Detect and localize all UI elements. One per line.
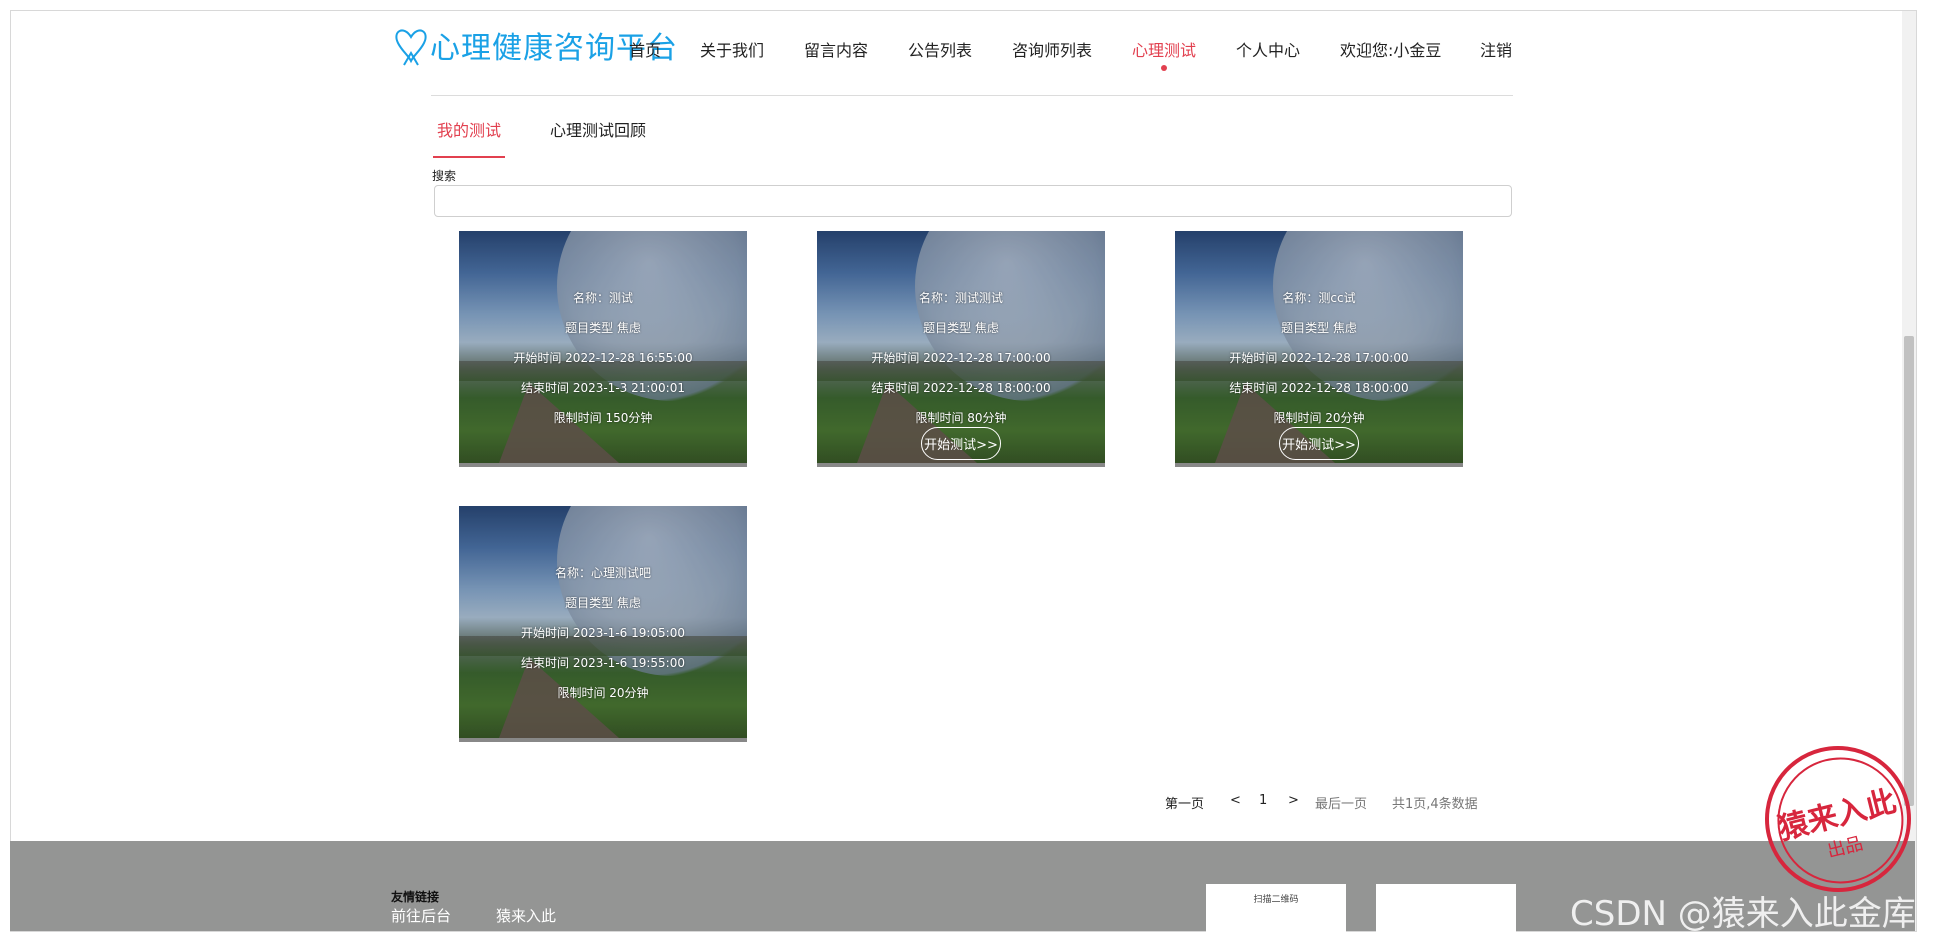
pager-summary: 共1页,4条数据 bbox=[1392, 797, 1478, 812]
qr-code-box-secondary bbox=[1376, 884, 1516, 932]
card-info: 名称：测试测试 题目类型 焦虑 开始时间 2022-12-28 17:00:00… bbox=[817, 283, 1105, 433]
csdn-watermark: CSDN @猿来入此金库 bbox=[1570, 894, 1916, 934]
qr-code-label: 扫描二维码 bbox=[1253, 895, 1299, 905]
nav-messages[interactable]: 留言内容 bbox=[804, 37, 868, 61]
card-end-time: 结束时间 2022-12-28 18:00:00 bbox=[871, 381, 1051, 395]
card-type: 题目类型 焦虑 bbox=[1281, 321, 1357, 335]
test-card[interactable]: 名称：测cc试 题目类型 焦虑 开始时间 2022-12-28 17:00:00… bbox=[1175, 231, 1463, 467]
active-tab-underline bbox=[433, 156, 505, 158]
test-card[interactable]: 名称：测试测试 题目类型 焦虑 开始时间 2022-12-28 17:00:00… bbox=[817, 231, 1105, 467]
tab-test-review[interactable]: 心理测试回顾 bbox=[550, 117, 646, 141]
main-nav: 首页 关于我们 留言内容 公告列表 咨询师列表 心理测试 个人中心 欢迎您:小金… bbox=[11, 37, 1916, 71]
card-name: 名称：测试 bbox=[572, 291, 633, 305]
nav-psych-test-label: 心理测试 bbox=[1132, 41, 1197, 60]
start-test-button[interactable]: 开始测试>> bbox=[921, 427, 1001, 460]
card-start-time: 开始时间 2023-1-6 19:05:00 bbox=[521, 626, 685, 640]
card-start-time: 开始时间 2022-12-28 17:00:00 bbox=[1229, 351, 1409, 365]
nav-welcome-user[interactable]: 欢迎您:小金豆 bbox=[1340, 37, 1441, 61]
card-end-time: 结束时间 2023-1-3 21:00:01 bbox=[521, 381, 685, 395]
card-name: 名称：测试测试 bbox=[918, 291, 1003, 305]
pager-next[interactable]: > bbox=[1288, 793, 1299, 808]
card-type: 题目类型 焦虑 bbox=[923, 321, 999, 335]
card-start-time: 开始时间 2022-12-28 17:00:00 bbox=[871, 351, 1051, 365]
search-input[interactable] bbox=[434, 185, 1512, 217]
card-name: 名称：测cc试 bbox=[1282, 291, 1356, 305]
card-end-time: 结束时间 2023-1-6 19:55:00 bbox=[521, 656, 685, 670]
nav-logout[interactable]: 注销 bbox=[1480, 37, 1512, 61]
footer-link-admin[interactable]: 前往后台 bbox=[391, 905, 451, 926]
card-end-time: 结束时间 2022-12-28 18:00:00 bbox=[1229, 381, 1409, 395]
tab-my-tests[interactable]: 我的测试 bbox=[437, 117, 501, 141]
card-time-limit: 限制时间 150分钟 bbox=[553, 411, 653, 425]
card-start-time: 开始时间 2022-12-28 16:55:00 bbox=[513, 351, 693, 365]
active-indicator-dot bbox=[1161, 65, 1167, 71]
pager-first[interactable]: 第一页 bbox=[1165, 793, 1204, 812]
test-card[interactable]: 名称：心理测试吧 题目类型 焦虑 开始时间 2023-1-6 19:05:00 … bbox=[459, 506, 747, 742]
card-info: 名称：心理测试吧 题目类型 焦虑 开始时间 2023-1-6 19:05:00 … bbox=[459, 558, 747, 708]
card-info: 名称：测试 题目类型 焦虑 开始时间 2022-12-28 16:55:00 结… bbox=[459, 283, 747, 433]
card-info: 名称：测cc试 题目类型 焦虑 开始时间 2022-12-28 17:00:00… bbox=[1175, 283, 1463, 433]
card-time-limit: 限制时间 20分钟 bbox=[557, 686, 649, 700]
pager-prev[interactable]: < bbox=[1230, 793, 1241, 808]
scrollbar-thumb[interactable] bbox=[1904, 336, 1914, 806]
browser-viewport: 心理健康咨询平台 首页 关于我们 留言内容 公告列表 咨询师列表 心理测试 个人… bbox=[10, 10, 1917, 932]
test-card[interactable]: 名称：测试 题目类型 焦虑 开始时间 2022-12-28 16:55:00 结… bbox=[459, 231, 747, 467]
nav-notices[interactable]: 公告列表 bbox=[908, 37, 972, 61]
nav-psych-test[interactable]: 心理测试 bbox=[1132, 37, 1197, 71]
card-type: 题目类型 焦虑 bbox=[565, 596, 641, 610]
nav-about[interactable]: 关于我们 bbox=[700, 37, 764, 61]
search-label: 搜索 bbox=[432, 169, 457, 183]
start-test-button[interactable]: 开始测试>> bbox=[1279, 427, 1359, 460]
qr-code-box: 扫描二维码 bbox=[1206, 884, 1346, 932]
pager-last[interactable]: 最后一页 bbox=[1315, 793, 1367, 812]
friend-links-title: 友情链接 bbox=[391, 890, 440, 904]
nav-profile[interactable]: 个人中心 bbox=[1236, 37, 1300, 61]
footer-link-yuanlai[interactable]: 猿来入此 bbox=[496, 905, 556, 926]
pager-current-page[interactable]: 1 bbox=[1259, 793, 1267, 808]
nav-home[interactable]: 首页 bbox=[629, 37, 661, 61]
nav-counselors[interactable]: 咨询师列表 bbox=[1012, 37, 1092, 61]
card-type: 题目类型 焦虑 bbox=[565, 321, 641, 335]
card-name: 名称：心理测试吧 bbox=[554, 566, 651, 580]
header-divider bbox=[431, 95, 1513, 96]
